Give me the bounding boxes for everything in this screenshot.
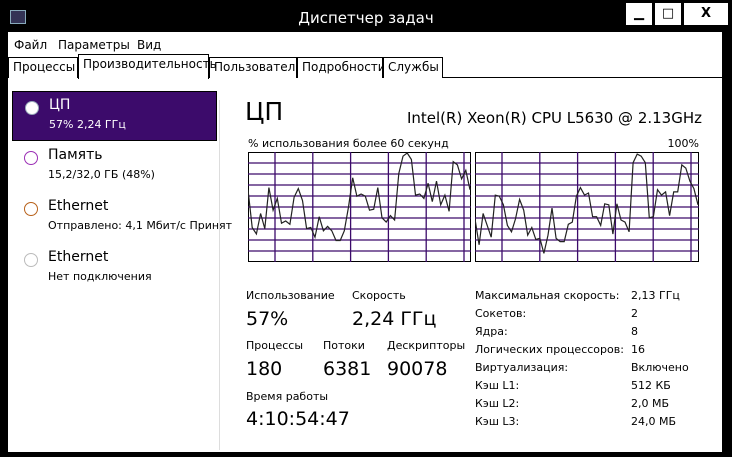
status-dot-icon: [24, 151, 38, 165]
spec-label: Кэш L2:: [475, 397, 520, 410]
graph-label: % использования более 60 секунд: [248, 137, 449, 150]
sidebar-item-detail: 57% 2,24 ГГц: [49, 118, 126, 131]
maximize-button[interactable]: □: [655, 3, 681, 25]
uptime-value: 4:10:54:47: [246, 408, 350, 430]
sidebar-item-detail: Нет подключения: [48, 270, 152, 283]
processes-value: 180: [246, 358, 283, 380]
spec-label: Кэш L1:: [475, 379, 520, 392]
spec-label: Ядра:: [475, 325, 508, 338]
tab-performance[interactable]: Производительность: [78, 54, 217, 79]
status-dot-icon: [24, 202, 38, 216]
processes-label: Процессы: [246, 339, 304, 352]
usage-value: 57%: [246, 308, 289, 330]
tab-details[interactable]: Подробности: [297, 57, 386, 78]
sidebar-item-detail: Отправлено: 4,1 Мбит/с Принят: [48, 219, 233, 232]
speed-value: 2,24 ГГц: [352, 308, 437, 330]
title-bar: Диспетчер задач ▁ □ X: [0, 0, 732, 32]
sidebar-item-name: Ethernet: [48, 198, 109, 214]
spec-value: 8: [631, 325, 638, 338]
spec-value: 2,13 ГГц: [631, 289, 680, 302]
spec-label: Логических процессоров:: [475, 343, 624, 356]
handles-label: Дескрипторы: [387, 339, 466, 352]
minimize-button[interactable]: ▁: [626, 3, 652, 25]
cpu-graph-2: [475, 152, 699, 262]
threads-label: Потоки: [323, 339, 365, 352]
status-dot-icon: [25, 101, 39, 115]
spec-value: 512 КБ: [631, 379, 671, 392]
menu-view[interactable]: Вид: [137, 38, 161, 52]
window-title: Диспетчер задач: [298, 9, 434, 27]
sidebar-item-name: Ethernet: [48, 249, 109, 265]
sidebar-divider: [219, 100, 220, 450]
sidebar-item-2[interactable]: Ethernet Отправлено: 4,1 Мбит/с Принят: [12, 193, 232, 243]
spec-value: 2: [631, 307, 638, 320]
sidebar-item-1[interactable]: Память 15,2/32,0 ГБ (48%): [12, 142, 217, 192]
usage-label: Использование: [246, 289, 335, 302]
status-dot-icon: [24, 253, 38, 267]
sidebar-item-name: Память: [48, 147, 103, 163]
handles-value: 90078: [387, 358, 448, 380]
cpu-model: Intel(R) Xeon(R) CPU L5630 @ 2.13GHz: [406, 109, 702, 127]
graph-max: 100%: [667, 137, 699, 150]
speed-label: Скорость: [352, 289, 406, 302]
tab-users[interactable]: Пользователи: [209, 57, 303, 78]
close-button[interactable]: X: [684, 3, 728, 25]
spec-label: Виртуализация:: [475, 361, 569, 374]
menu-file[interactable]: Файл: [14, 38, 47, 52]
spec-value: 16: [631, 343, 645, 356]
spec-value: 2,0 МБ: [631, 397, 670, 410]
uptime-label: Время работы: [246, 390, 329, 403]
spec-value: Включено: [631, 361, 689, 374]
cpu-graph-1: [248, 152, 471, 262]
threads-value: 6381: [323, 358, 372, 380]
sidebar-item-detail: 15,2/32,0 ГБ (48%): [48, 168, 155, 181]
sidebar-item-name: ЦП: [49, 97, 71, 113]
spec-value: 24,0 МБ: [631, 415, 677, 428]
spec-label: Сокетов:: [475, 307, 527, 320]
menu-options[interactable]: Параметры: [58, 38, 130, 52]
sidebar-item-3[interactable]: Ethernet Нет подключения: [12, 244, 217, 294]
tab-services[interactable]: Службы: [383, 57, 443, 78]
spec-label: Максимальная скорость:: [475, 289, 620, 302]
page-title: ЦП: [245, 97, 284, 126]
sidebar-item-0[interactable]: ЦП 57% 2,24 ГГц: [12, 91, 217, 141]
spec-label: Кэш L3:: [475, 415, 520, 428]
tab-processes[interactable]: Процессы: [8, 57, 78, 78]
